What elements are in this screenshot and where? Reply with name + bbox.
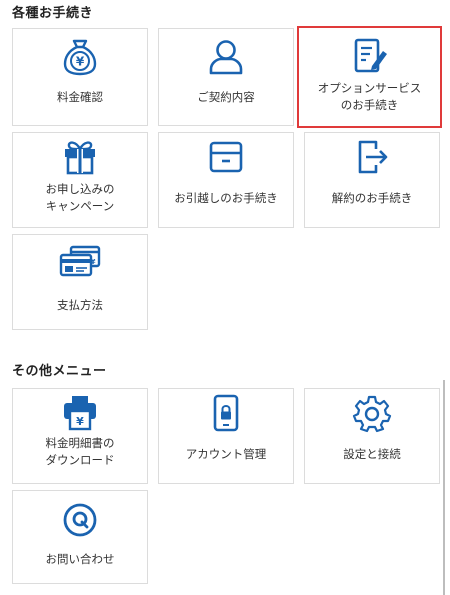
gift-icon — [65, 141, 95, 175]
tile-bill-download-label: 料金明細書の ダウンロード — [45, 436, 115, 467]
tile-contact[interactable]: お問い合わせ — [12, 490, 148, 584]
box-icon — [209, 141, 243, 173]
section-title-procedures: 各種お手続き — [12, 6, 94, 21]
tile-contract[interactable]: ご契約内容 — [158, 28, 294, 126]
tile-settings-connection[interactable]: 設定と接続 — [304, 388, 440, 484]
person-icon — [209, 40, 243, 75]
svg-text:¥: ¥ — [76, 55, 85, 69]
tile-account-management[interactable]: アカウント管理 — [158, 388, 294, 484]
tile-moving-label: お引越しのお手続き — [174, 191, 278, 205]
tile-bill-download[interactable]: ¥ 料金明細書の ダウンロード — [12, 388, 148, 484]
tile-cancellation-label: 解約のお手続き — [331, 191, 413, 205]
scrollbar[interactable] — [443, 380, 445, 595]
tile-campaign[interactable]: お申し込みの キャンペーン — [12, 132, 148, 228]
exit-icon — [358, 140, 388, 174]
tile-account-management-label: アカウント管理 — [185, 447, 267, 461]
tile-payment-method[interactable]: ¥ 支払方法 — [12, 234, 148, 330]
tile-billing-label: 料金確認 — [57, 90, 103, 104]
gear-icon — [352, 395, 392, 433]
tile-campaign-label: お申し込みの キャンペーン — [45, 182, 115, 213]
section-title-other-menu: その他メニュー — [12, 364, 107, 379]
tile-option-service-label: オプションサービス のお手続き — [317, 81, 422, 112]
question-circle-icon — [63, 503, 97, 537]
tile-contact-label: お問い合わせ — [45, 552, 115, 566]
tile-option-service[interactable]: オプションサービス のお手続き — [297, 26, 442, 128]
tile-cancellation[interactable]: 解約のお手続き — [304, 132, 440, 228]
edit-document-icon — [354, 38, 387, 73]
credit-card-icon: ¥ — [59, 245, 101, 277]
tile-billing[interactable]: ¥ 料金確認 — [12, 28, 148, 126]
svg-text:¥: ¥ — [76, 415, 84, 428]
tile-payment-method-label: 支払方法 — [57, 298, 103, 312]
printer-yen-icon: ¥ — [64, 396, 96, 431]
smartphone-lock-icon — [213, 394, 239, 432]
tile-moving[interactable]: お引越しのお手続き — [158, 132, 294, 228]
yen-bag-icon: ¥ — [63, 39, 97, 76]
tile-contract-label: ご契約内容 — [197, 90, 255, 104]
tile-settings-connection-label: 設定と接続 — [343, 447, 401, 461]
